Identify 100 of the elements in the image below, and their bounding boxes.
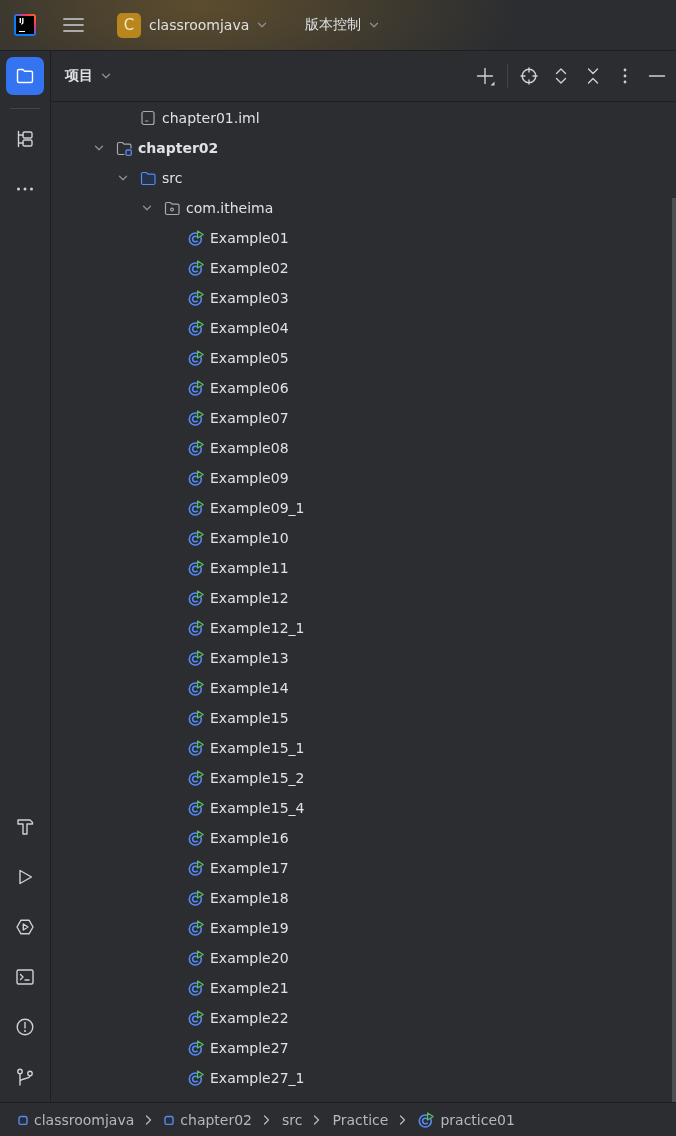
class-icon [188,230,204,246]
vcs-menu[interactable]: 版本控制 [305,16,380,34]
hammer-icon[interactable] [15,817,35,837]
tree-item[interactable]: Example04 [188,320,289,336]
tree-item[interactable]: Example27 [188,1040,289,1056]
class-icon [188,920,204,936]
tree-item[interactable]: Example01 [188,230,289,246]
breadcrumb-link[interactable]: Practice [332,1111,389,1128]
tool-window-button[interactable] [6,57,44,95]
chevron-right-icon [263,1114,271,1125]
chevron-down-icon[interactable] [142,203,152,213]
menu-icon[interactable] [63,17,84,33]
chevron-down-icon [257,20,268,30]
class-icon [188,440,204,456]
tree-item[interactable]: Example11 [188,560,289,576]
structure-icon[interactable] [15,129,35,149]
class-icon [188,650,204,666]
class-icon [188,500,204,516]
tree-item[interactable]: Example12 [188,590,289,606]
class-icon [188,770,204,786]
class-icon [188,380,204,396]
tree-item[interactable]: Example13 [188,650,289,666]
tree-item[interactable]: Example16 [188,830,289,846]
tree-item[interactable]: Example12_1 [188,620,305,636]
class-icon [188,950,204,966]
tree-item[interactable]: Example10 [188,530,289,546]
project-avatar: C [117,12,141,38]
breadcrumb-link[interactable]: practice01 [418,1111,515,1128]
tree-item[interactable]: Example22 [188,1010,289,1026]
class-icon [188,470,204,486]
class-icon [188,980,204,996]
tree-item[interactable]: src [118,170,183,186]
module-icon [18,1114,28,1125]
class-icon [188,620,204,636]
plus-icon[interactable] [475,66,495,86]
tree-item[interactable]: Example08 [188,440,289,456]
tree-item[interactable]: Example02 [188,260,289,276]
chevron-right-icon [399,1114,407,1125]
terminal-icon[interactable] [15,967,35,987]
tree-item[interactable]: Example09_1 [188,500,305,516]
class-icon [188,530,204,546]
project-selector[interactable]: C classroomjava [117,12,268,38]
services-icon[interactable] [15,917,35,937]
class-icon [188,710,204,726]
tree-item[interactable]: chapter01.iml [140,110,260,126]
class-icon [188,1070,204,1086]
tree-item[interactable]: chapter02 [94,140,219,156]
tree-item[interactable]: Example15 [188,710,289,726]
class-icon [188,830,204,846]
class-icon [188,260,204,276]
tree-item[interactable]: Example15_2 [188,770,305,786]
tree-item[interactable]: com.itheima [142,200,274,216]
tree-item[interactable]: Example07 [188,410,289,426]
class-icon [188,860,204,876]
chevron-down-icon [101,71,111,81]
class-icon [188,890,204,906]
chevron-down-icon[interactable] [94,143,104,153]
module-icon [164,1114,175,1125]
class-icon [188,290,204,306]
tree-item[interactable]: Example21 [188,980,289,996]
warning-icon[interactable] [15,1017,35,1037]
breadcrumb-link[interactable]: src [282,1111,303,1128]
tree-item[interactable]: Example06 [188,380,289,396]
class-icon [188,350,204,366]
tree-item[interactable]: Example18 [188,890,289,906]
class-icon [188,320,204,336]
class-icon [188,1040,204,1056]
chevron-down-icon[interactable] [118,173,128,183]
class-icon [188,410,204,426]
class-icon [188,590,204,606]
class-icon [188,560,204,576]
tree-item[interactable]: Example09 [188,470,289,486]
folder-icon [15,66,35,86]
crosshair-icon[interactable] [520,67,538,85]
tree-item[interactable]: Example15_4 [188,800,305,816]
git-branch-icon[interactable] [15,1067,35,1087]
class-icon [188,800,204,816]
package-folder-icon [164,200,180,216]
tree-item[interactable]: Example14 [188,680,289,696]
breadcrumb-link[interactable]: chapter02 [164,1111,253,1128]
tree-item[interactable]: Example15_1 [188,740,305,756]
class-icon [188,680,204,696]
file-icon [140,110,156,126]
tree-item[interactable]: Example05 [188,350,289,366]
tree-item[interactable]: Example27_1 [188,1070,305,1086]
breadcrumb-link[interactable]: classroomjava [18,1111,135,1128]
class-icon [418,1111,435,1128]
tree-item[interactable]: Example03 [188,290,289,306]
chevron-down-icon [369,20,380,30]
chevron-right-icon [313,1114,321,1125]
chevron-right-icon [145,1114,153,1125]
scrollbar-thumb[interactable] [672,198,676,1102]
folder-icon [140,170,156,186]
class-icon [188,1010,204,1026]
class-icon [188,740,204,756]
project-view-dropdown[interactable]: 项目 [65,67,111,85]
module-folder-icon [116,140,132,156]
tree-item[interactable]: Example17 [188,860,289,876]
tree-item[interactable]: Example20 [188,950,289,966]
tree-item[interactable]: Example19 [188,920,289,936]
